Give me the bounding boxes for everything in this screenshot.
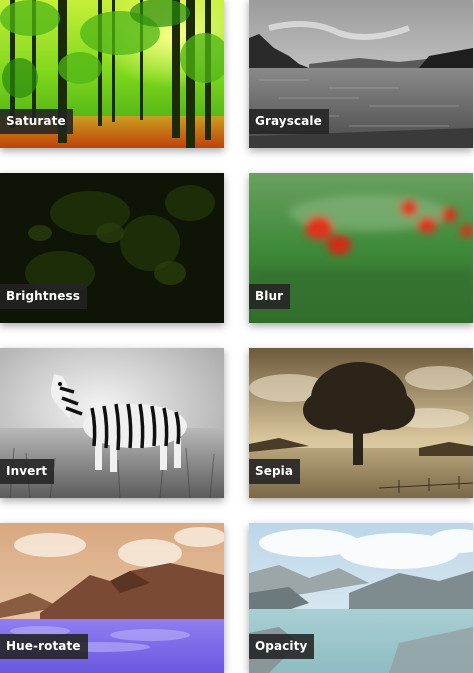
tile-label: Hue-rotate [0,634,88,659]
tile-label: Saturate [0,109,73,134]
gallery-tile-blur[interactable]: Blur [249,173,473,323]
gallery-tile-grayscale[interactable]: Grayscale [249,0,473,148]
gallery-tile-brightness[interactable]: Brightness [0,173,224,323]
gallery-tile-saturate[interactable]: Saturate [0,0,224,148]
gallery-tile-opacity[interactable]: Opacity [249,523,473,673]
gallery-tile-sepia[interactable]: Sepia [249,348,473,498]
tile-label: Opacity [249,634,315,659]
tile-label: Invert [0,459,55,484]
tile-label: Brightness [0,284,88,309]
gallery-tile-invert[interactable]: Invert [0,348,224,498]
tile-label: Blur [249,284,291,309]
tile-label: Sepia [249,459,301,484]
filter-gallery: Saturate Grayscale Brightness Blur Inver… [0,0,474,673]
gallery-tile-hue-rotate[interactable]: Hue-rotate [0,523,224,673]
tile-label: Grayscale [249,109,329,134]
